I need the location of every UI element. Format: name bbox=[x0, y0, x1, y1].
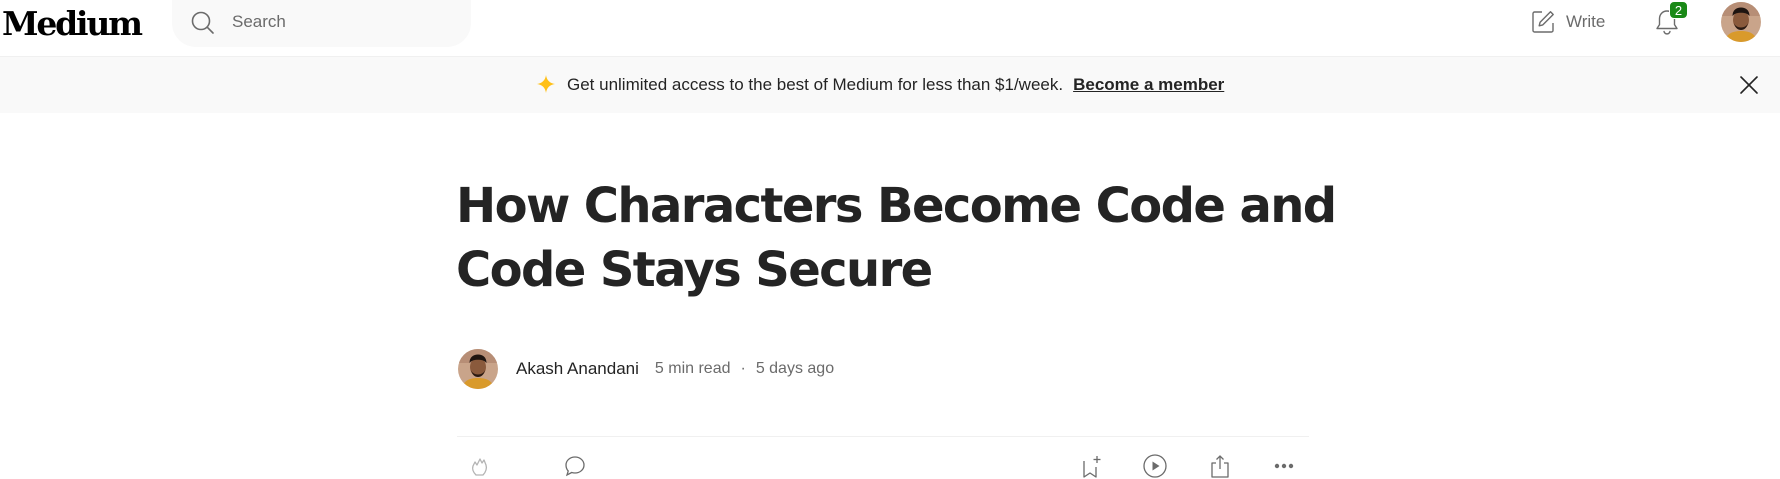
user-avatar[interactable] bbox=[1721, 2, 1761, 42]
avatar-image-icon bbox=[1721, 2, 1761, 42]
search-input[interactable]: Search bbox=[232, 12, 286, 32]
article-title: How Characters Become Code and Code Stay… bbox=[456, 178, 1337, 298]
action-bar-divider bbox=[457, 436, 1309, 437]
close-icon[interactable] bbox=[1736, 72, 1762, 98]
top-navigation: Medium Search Write 2 bbox=[0, 0, 1780, 57]
clap-icon[interactable] bbox=[468, 453, 494, 479]
author-avatar[interactable] bbox=[458, 349, 498, 389]
publish-date: 5 days ago bbox=[755, 360, 835, 377]
write-label: Write bbox=[1566, 12, 1606, 31]
write-icon bbox=[1532, 11, 1554, 33]
bookmark-add-icon[interactable] bbox=[1078, 453, 1104, 479]
play-icon[interactable] bbox=[1142, 453, 1168, 479]
sparkle-icon bbox=[537, 75, 555, 93]
comment-icon[interactable] bbox=[562, 453, 588, 479]
author-name-link[interactable]: Akash Anandani bbox=[516, 359, 639, 379]
more-icon[interactable] bbox=[1271, 453, 1297, 479]
medium-logo[interactable]: Medium bbox=[2, 4, 143, 44]
search-box[interactable]: Search bbox=[172, 0, 471, 47]
search-icon bbox=[191, 11, 214, 34]
article-byline: Akash Anandani 5 min read · 5 days ago bbox=[458, 349, 834, 389]
author-avatar-image-icon bbox=[458, 349, 498, 389]
banner-message: Get unlimited access to the best of Medi… bbox=[567, 75, 1064, 94]
become-member-link[interactable]: Become a member bbox=[1073, 73, 1224, 97]
meta-separator: · bbox=[740, 360, 746, 377]
notification-badge: 2 bbox=[1669, 1, 1688, 19]
share-icon[interactable] bbox=[1207, 453, 1233, 479]
banner-content: Get unlimited access to the best of Medi… bbox=[535, 73, 1224, 97]
write-button[interactable]: Write bbox=[1530, 8, 1605, 36]
membership-banner: Get unlimited access to the best of Medi… bbox=[0, 57, 1780, 113]
read-time: 5 min read bbox=[654, 360, 731, 377]
